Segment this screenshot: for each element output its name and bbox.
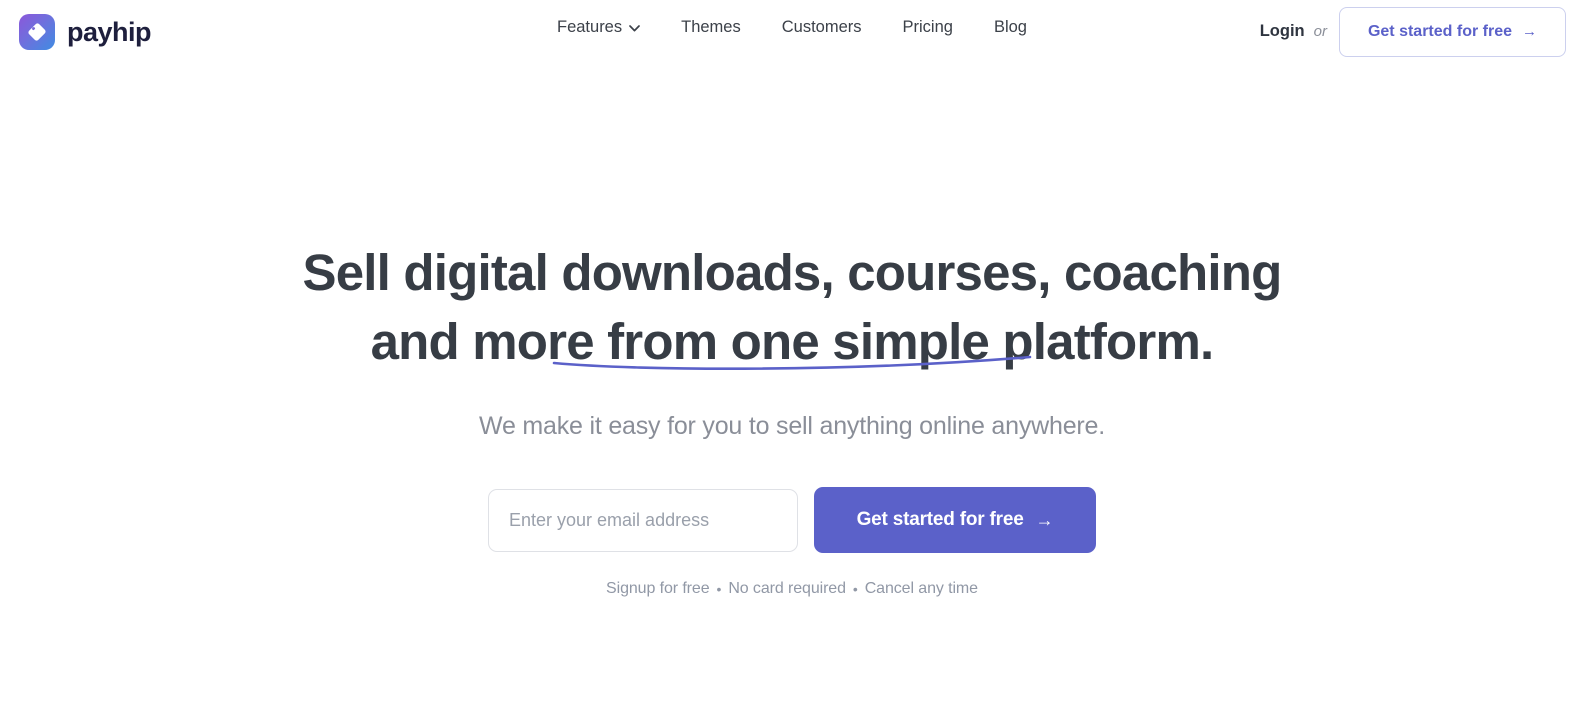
login-link[interactable]: Login [1260, 22, 1305, 41]
nav-item-label: Blog [993, 18, 1027, 36]
header-actions: Login or Get started for free → [1260, 0, 1566, 63]
arrow-right-icon: → [1522, 23, 1537, 40]
email-input[interactable] [488, 488, 798, 552]
fineprint-separator: • [716, 581, 722, 597]
hero-section: Sell digital downloads, courses, coachin… [0, 63, 1584, 598]
nav-item-blog[interactable]: Blog [994, 19, 1027, 36]
nav-item-label: Features [557, 18, 623, 36]
arrow-right-icon: → [1035, 509, 1054, 530]
hero-get-started-button[interactable]: Get started for free → [814, 487, 1096, 553]
site-header: payhip Features Themes Customers Pricing… [0, 0, 1584, 63]
nav-item-themes[interactable]: Themes [681, 19, 741, 36]
header-get-started-label: Get started for free [1367, 22, 1512, 40]
nav-item-customers[interactable]: Customers [782, 19, 862, 36]
hero-headline-line-1: Sell digital downloads, courses, coachin… [302, 244, 1283, 301]
chevron-down-icon [629, 24, 640, 32]
header-get-started-button[interactable]: Get started for free → [1338, 6, 1566, 57]
fineprint-item-signup: Signup for free [606, 580, 710, 597]
hero-headline-line-2: and more from one simple platform. [370, 313, 1215, 370]
fineprint-item-cancel: Cancel any time [864, 580, 978, 597]
or-separator-label: or [1313, 23, 1327, 40]
fineprint-item-no-card: No card required [728, 580, 846, 597]
hero-get-started-label: Get started for free [856, 509, 1024, 530]
fineprint-separator: • [852, 581, 858, 597]
hero-fineprint: Signup for free • No card required • Can… [606, 580, 978, 598]
nav-item-label: Pricing [902, 18, 953, 36]
nav-item-label: Customers [781, 18, 862, 36]
hero-subtitle: We make it easy for you to sell anything… [479, 412, 1105, 440]
hero-headline: Sell digital downloads, courses, coachin… [302, 238, 1283, 376]
nav-item-features[interactable]: Features [557, 19, 640, 36]
nav-item-pricing[interactable]: Pricing [903, 19, 953, 36]
nav-item-label: Themes [681, 18, 741, 36]
hero-signup-form: Get started for free → [488, 487, 1096, 553]
